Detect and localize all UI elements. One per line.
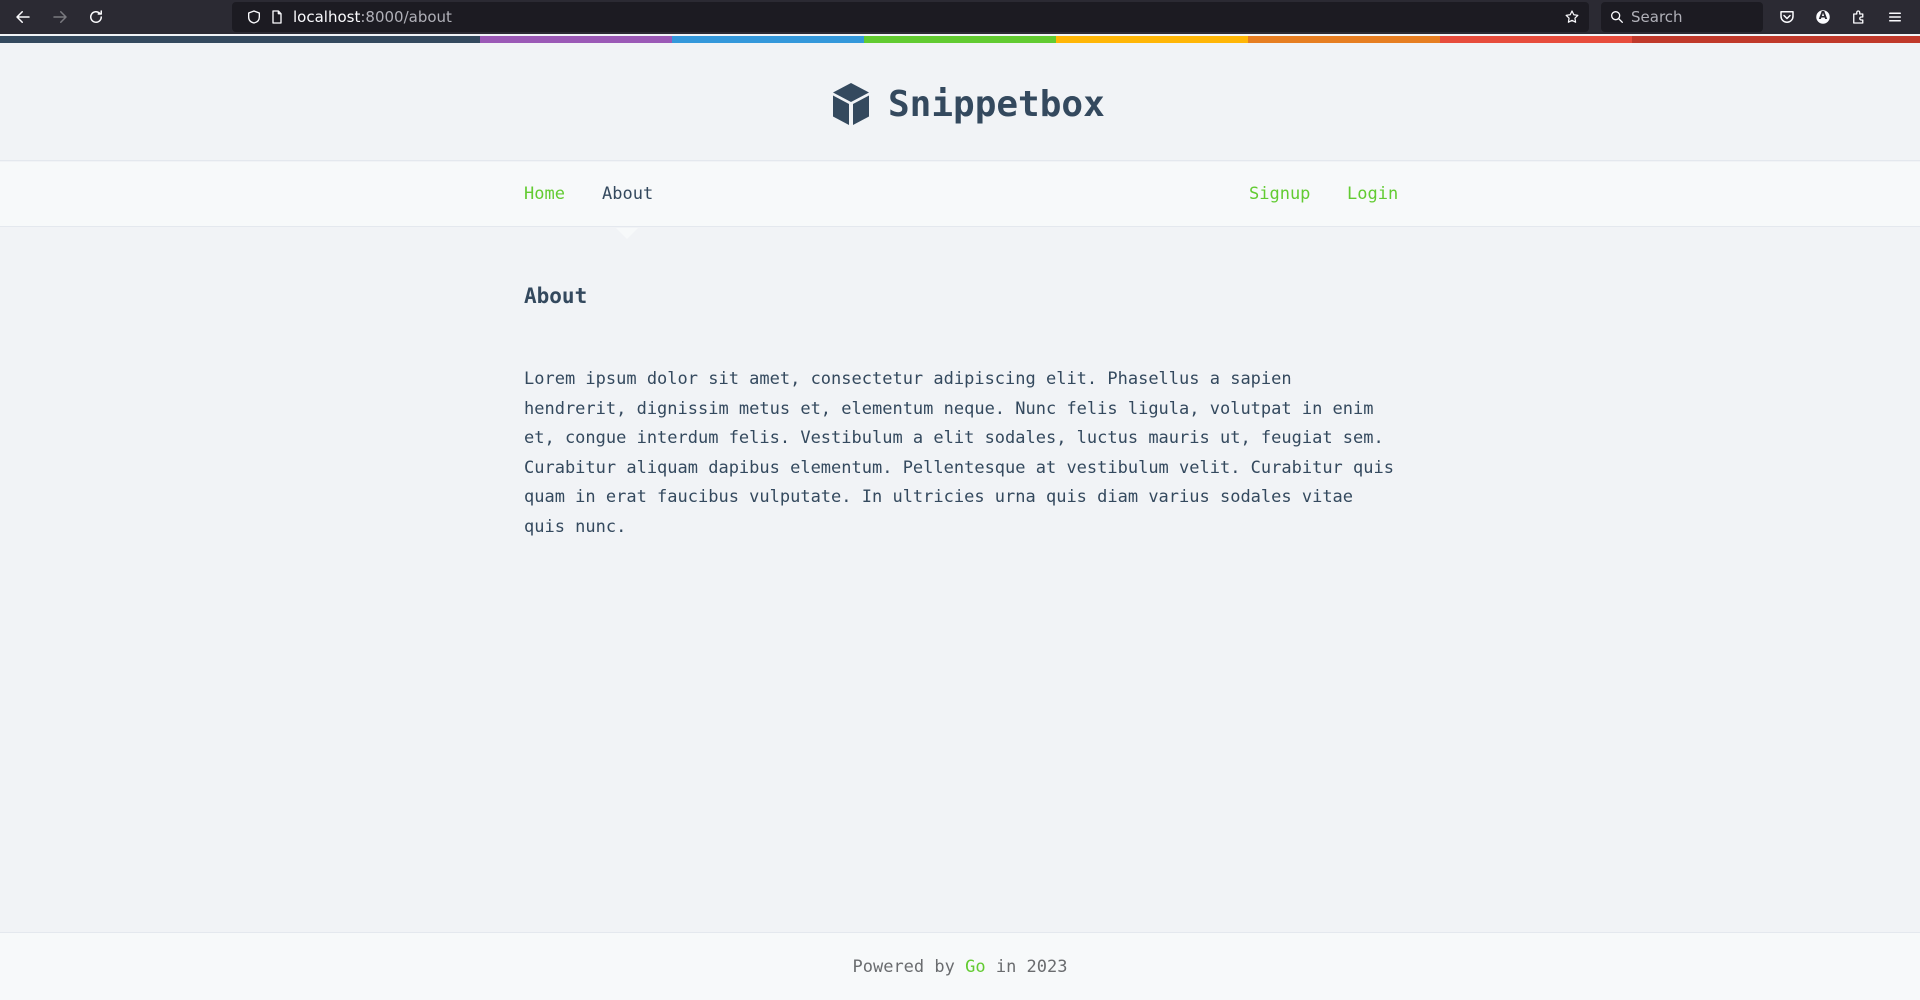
site-footer: Powered by Go in 2023 (0, 932, 1920, 1000)
stripe-segment (1440, 36, 1632, 43)
search-icon (1611, 11, 1623, 23)
forward-button[interactable] (48, 5, 72, 29)
page-title: About (524, 284, 588, 308)
nav-home-link[interactable]: Home (524, 184, 565, 204)
stripe-segment (864, 36, 1056, 43)
browser-toolbar: localhost:8000/about Search A (0, 0, 1920, 34)
nav-signup-link[interactable]: Signup (1249, 184, 1310, 204)
stripe-segment (1248, 36, 1440, 43)
reload-icon (90, 10, 102, 23)
avatar-initial: A (1818, 9, 1828, 22)
account-button[interactable]: A (1811, 5, 1835, 29)
url-bar[interactable]: localhost:8000/about (232, 2, 1589, 32)
url-host: localhost (293, 8, 361, 26)
nav-login-link[interactable]: Login (1347, 184, 1398, 204)
pocket-button[interactable] (1775, 5, 1799, 29)
stripe-segment (672, 36, 864, 43)
footer-suffix: in 2023 (995, 957, 1068, 977)
hamburger-icon (1889, 12, 1901, 22)
search-box[interactable]: Search (1601, 2, 1763, 32)
pocket-icon (1780, 11, 1794, 23)
arrow-left-icon (16, 11, 30, 23)
arrow-right-icon (53, 11, 67, 23)
about-text: Lorem ipsum dolor sit amet, consectetur … (524, 369, 1394, 537)
color-stripe (0, 36, 1920, 43)
footer-prefix: Powered by (852, 957, 955, 977)
active-nav-indicator (616, 228, 638, 239)
stripe-segment (0, 36, 480, 43)
extensions-button[interactable] (1847, 5, 1871, 29)
search-placeholder: Search (1631, 8, 1683, 26)
main-nav: Home About Signup Login (0, 162, 1920, 227)
stripe-segment (480, 36, 672, 43)
back-button[interactable] (11, 5, 35, 29)
brand-link[interactable]: Snippetbox (832, 79, 1105, 129)
nav-about-link[interactable]: About (602, 184, 653, 204)
site-header: Snippetbox (0, 43, 1920, 161)
star-icon[interactable] (1564, 9, 1580, 25)
url-text[interactable]: localhost:8000/about (293, 8, 452, 26)
site-title: Snippetbox (888, 83, 1105, 125)
footer-text: Powered by Go in 2023 (0, 957, 1920, 977)
menu-button[interactable] (1883, 5, 1907, 29)
reload-button[interactable] (84, 5, 108, 29)
stripe-segment (1632, 36, 1920, 43)
cube-icon (833, 83, 869, 125)
go-link[interactable]: Go (965, 957, 985, 977)
shield-icon[interactable] (246, 9, 262, 25)
stripe-segment (1056, 36, 1248, 43)
page-icon[interactable] (269, 9, 285, 25)
puzzle-icon (1853, 10, 1864, 24)
url-path: :8000/about (360, 8, 452, 26)
